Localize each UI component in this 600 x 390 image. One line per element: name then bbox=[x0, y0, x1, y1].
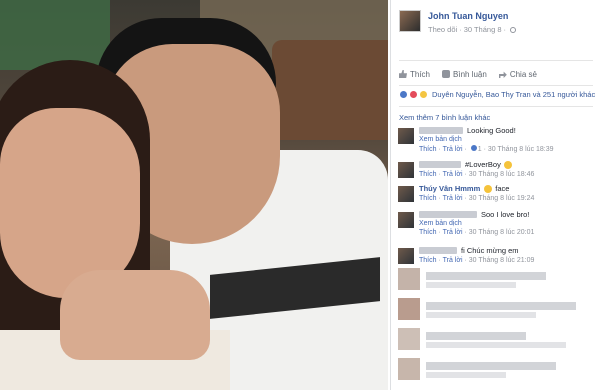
redacted-comment bbox=[398, 328, 594, 352]
redacted-text bbox=[426, 362, 556, 370]
redacted-avatar bbox=[398, 328, 420, 350]
comment-like-link[interactable]: Thích bbox=[419, 229, 437, 236]
redacted-text bbox=[426, 312, 536, 318]
comment-footer: Thích · Trả lời · 1 · 30 Tháng 8 lúc 18:… bbox=[419, 145, 554, 153]
redacted-comments bbox=[390, 262, 600, 390]
love-reaction-icon bbox=[409, 90, 418, 99]
emoji-icon bbox=[484, 184, 493, 193]
comment-like-link[interactable]: Thích bbox=[419, 146, 437, 153]
post-photo[interactable] bbox=[0, 0, 388, 390]
comment-reply-link[interactable]: Trả lời bbox=[443, 171, 463, 178]
wow-reaction-icon bbox=[419, 90, 428, 99]
comment-time[interactable]: 30 Tháng 8 lúc 19:24 bbox=[469, 195, 535, 202]
share-label: Chia sẻ bbox=[509, 69, 537, 79]
redacted-comment bbox=[398, 298, 594, 322]
view-more-comments-link[interactable]: Xem thêm 7 bình luận khác bbox=[399, 113, 490, 122]
divider bbox=[399, 85, 593, 86]
post-actions: Thích Bình luận Chia sẻ bbox=[391, 66, 600, 82]
comment-footer: Thích · Trả lời · 30 Tháng 8 lúc 20:01 bbox=[419, 229, 535, 236]
author-avatar[interactable] bbox=[399, 10, 421, 32]
commenter-avatar[interactable] bbox=[398, 186, 414, 202]
share-icon bbox=[498, 71, 507, 78]
comment-text: Looking Good! bbox=[467, 126, 516, 135]
photo-background-person bbox=[0, 0, 110, 70]
comment-text: face bbox=[495, 184, 510, 193]
commenter-name[interactable]: Thúy Vân Hmmm bbox=[419, 184, 480, 193]
see-translation-link[interactable]: Xem bản dịch bbox=[419, 136, 597, 143]
comment-time[interactable]: 30 Tháng 8 lúc 18:39 bbox=[488, 146, 554, 153]
commenter-avatar[interactable] bbox=[398, 162, 414, 178]
post-header: John Tuan Nguyen Theo dõi · 30 Tháng 8 · bbox=[391, 0, 600, 60]
comment-label: Bình luận bbox=[453, 69, 487, 79]
comment-time[interactable]: 30 Tháng 8 lúc 20:01 bbox=[469, 229, 535, 236]
share-button[interactable]: Chia sẻ bbox=[498, 66, 537, 82]
follow-link[interactable]: Theo dõi bbox=[428, 25, 457, 34]
comment-footer: Thích · Trả lời · 30 Tháng 8 lúc 19:24 bbox=[419, 195, 535, 202]
reactions-text: Duyên Nguyễn, Bao Thy Tran và 251 người … bbox=[432, 90, 596, 99]
redacted-avatar bbox=[398, 268, 420, 290]
redacted-avatar bbox=[398, 358, 420, 380]
like-label: Thích bbox=[410, 69, 431, 79]
redacted-comment bbox=[398, 268, 594, 292]
comment-reply-link[interactable]: Trả lời bbox=[443, 195, 463, 202]
post-meta: Theo dõi · 30 Tháng 8 · bbox=[428, 25, 516, 34]
commenter-avatar[interactable] bbox=[398, 212, 414, 228]
photo-woman-hand bbox=[60, 270, 210, 360]
commenter-name-redacted bbox=[419, 127, 463, 134]
thumbs-up-icon bbox=[399, 70, 407, 78]
comment-text: #LoverBoy bbox=[465, 160, 501, 169]
divider bbox=[399, 60, 593, 61]
redacted-text bbox=[426, 302, 576, 310]
comment-like-link[interactable]: Thích bbox=[419, 171, 437, 178]
divider bbox=[399, 106, 593, 107]
commenter-name-redacted bbox=[419, 161, 461, 168]
commenter-name-redacted bbox=[419, 247, 457, 254]
redacted-text bbox=[426, 282, 516, 288]
redacted-text bbox=[426, 342, 566, 348]
commenter-name-redacted bbox=[419, 211, 477, 218]
comment-time[interactable]: 30 Tháng 8 lúc 18:46 bbox=[469, 171, 535, 178]
comment-footer: Thích · Trả lời · 30 Tháng 8 lúc 18:46 bbox=[419, 171, 535, 178]
comment-text: Soo I love bro! bbox=[481, 210, 530, 219]
globe-icon bbox=[510, 27, 516, 33]
redacted-text bbox=[426, 272, 546, 280]
like-count-icon bbox=[470, 145, 477, 151]
commenter-avatar[interactable] bbox=[398, 128, 414, 144]
author-name[interactable]: John Tuan Nguyen bbox=[428, 11, 508, 21]
redacted-text bbox=[426, 332, 526, 340]
comment-button[interactable]: Bình luận bbox=[442, 66, 487, 82]
comment-reply-link[interactable]: Trả lời bbox=[443, 146, 463, 153]
comment-reply-link[interactable]: Trả lời bbox=[443, 229, 463, 236]
redacted-text bbox=[426, 372, 506, 378]
comment-icon bbox=[442, 70, 451, 78]
photo-background-chair bbox=[272, 40, 388, 140]
see-translation-link[interactable]: Xem bản dịch bbox=[419, 220, 597, 227]
comment-like-link[interactable]: Thích bbox=[419, 195, 437, 202]
redacted-avatar bbox=[398, 298, 420, 320]
like-reaction-icon bbox=[399, 90, 408, 99]
comment-text: fi Chúc mừng em bbox=[461, 246, 519, 255]
reactions-summary[interactable]: Duyên Nguyễn, Bao Thy Tran và 251 người … bbox=[399, 90, 595, 99]
redacted-comment bbox=[398, 358, 594, 382]
smiley-emoji-icon bbox=[503, 160, 512, 169]
like-button[interactable]: Thích bbox=[399, 66, 430, 82]
post-date[interactable]: 30 Tháng 8 bbox=[464, 25, 502, 34]
comment-like-count: 1 bbox=[477, 146, 482, 153]
